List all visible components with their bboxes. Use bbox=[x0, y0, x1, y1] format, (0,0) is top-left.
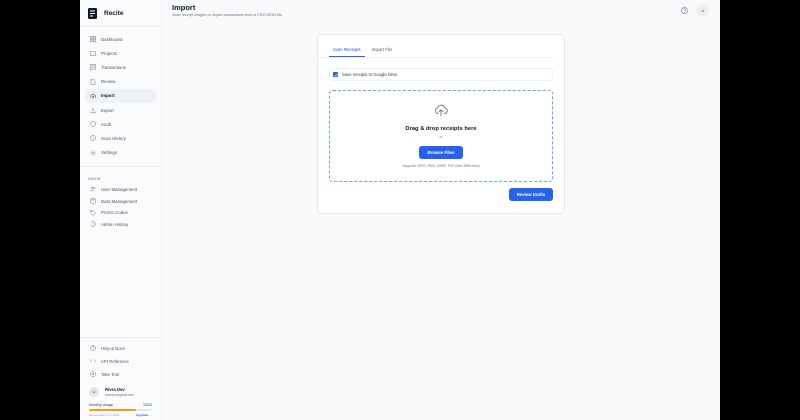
help-icon[interactable] bbox=[680, 6, 689, 15]
user-profile[interactable]: U Rivra Dev rivradev@gmail.com bbox=[85, 381, 156, 399]
usage-count: 15/20 bbox=[143, 402, 152, 407]
shield-icon bbox=[89, 121, 96, 128]
sidebar-item-label: Review bbox=[101, 79, 116, 85]
usage-widget: Monthly Usage 15/20 Resets March 1 • 202… bbox=[85, 399, 156, 417]
page-header: Import Scan receipt images or import tra… bbox=[162, 0, 720, 26]
sidebar-item-audit[interactable]: Audit bbox=[85, 117, 156, 131]
sidebar-item-settings[interactable]: Settings bbox=[85, 146, 156, 160]
page-title: Import bbox=[172, 3, 196, 12]
sidebar-item-take-tour[interactable]: Take Tour bbox=[85, 368, 156, 381]
sidebar-item-label: Settings bbox=[101, 150, 117, 156]
app-name: Recite bbox=[104, 9, 124, 17]
sidebar-item-export[interactable]: Export bbox=[85, 103, 156, 117]
sidebar-item-admin-history[interactable]: Admin History bbox=[85, 218, 156, 230]
avatar[interactable]: U bbox=[697, 4, 709, 16]
sidebar-item-import[interactable]: Import bbox=[85, 88, 156, 103]
sidebar-footer: Help & Docs API Reference Take Tour U Ri… bbox=[80, 336, 161, 420]
review-drafts-button[interactable]: Review Drafts bbox=[509, 188, 553, 201]
sidebar-item-label: API Reference bbox=[101, 358, 129, 364]
sidebar-item-transactions[interactable]: Transactions bbox=[85, 60, 156, 74]
help-icon bbox=[89, 345, 96, 352]
sidebar-item-label: Transactions bbox=[101, 64, 126, 70]
sidebar-item-review[interactable]: Review bbox=[85, 75, 156, 89]
tab-scan-receipts[interactable]: Scan Receipts bbox=[329, 46, 365, 57]
usage-progress-bar bbox=[89, 408, 152, 411]
sidebar-item-data-management[interactable]: Data Management bbox=[85, 195, 156, 207]
sidebar-item-label: Admin History bbox=[101, 221, 129, 227]
database-icon bbox=[89, 198, 96, 205]
sidebar-item-label: Audit bbox=[101, 121, 112, 127]
tag-icon bbox=[89, 209, 96, 216]
save-to-drive-label: Save receipts to Google Drive bbox=[342, 72, 398, 77]
browse-files-button[interactable]: Browse Files bbox=[419, 146, 463, 159]
sidebar-item-label: Projects bbox=[101, 50, 117, 56]
sidebar-item-api-reference[interactable]: API Reference bbox=[85, 355, 156, 368]
sidebar-item-label: Take Tour bbox=[101, 371, 120, 377]
logo-icon bbox=[88, 7, 97, 19]
usage-label: Monthly Usage bbox=[89, 402, 113, 407]
sidebar-item-label: Promo Codes bbox=[101, 210, 128, 216]
avatar: U bbox=[89, 386, 99, 397]
import-card: Scan Receipts Import File Save receipts … bbox=[317, 34, 565, 214]
page-subtitle: Scan receipt images or import transactio… bbox=[172, 13, 283, 17]
clock-icon bbox=[89, 135, 96, 142]
file-drop-zone[interactable]: Drag & drop receipts here or Browse File… bbox=[329, 90, 553, 182]
code-icon bbox=[89, 358, 96, 365]
usage-reset-text: Resets March 1 • 2026 bbox=[89, 413, 120, 417]
supported-formats-text: Supports: JPEG, PNG, WEBP, PDF (Max 5MB … bbox=[402, 164, 480, 168]
user-email: rivradev@gmail.com bbox=[105, 392, 135, 397]
upgrade-link[interactable]: Upgrade → bbox=[136, 413, 152, 417]
compass-icon bbox=[89, 371, 96, 378]
sidebar-item-label: Import bbox=[101, 93, 115, 99]
folder-icon bbox=[89, 50, 96, 57]
sidebar-item-label: Scan History bbox=[101, 135, 126, 141]
usage-progress-fill bbox=[89, 408, 137, 411]
app-window: Recite Dashboard Projects Transactions R… bbox=[80, 0, 720, 420]
sidebar-item-label: Export bbox=[101, 107, 114, 113]
sidebar-item-dashboard[interactable]: Dashboard bbox=[85, 32, 156, 46]
sidebar-item-projects[interactable]: Projects bbox=[85, 46, 156, 60]
list-icon bbox=[89, 64, 96, 71]
import-tabs: Scan Receipts Import File bbox=[318, 35, 553, 58]
sidebar-item-promo-codes[interactable]: Promo Codes bbox=[85, 207, 156, 219]
drop-zone-title: Drag & drop receipts here bbox=[405, 126, 477, 132]
document-icon bbox=[89, 78, 96, 85]
save-to-drive-checkbox[interactable] bbox=[333, 72, 338, 77]
main-content: Import Scan receipt images or import tra… bbox=[162, 0, 720, 420]
tab-import-file[interactable]: Import File bbox=[368, 46, 396, 57]
cloud-upload-icon bbox=[89, 92, 96, 99]
admin-section-label: ADMIN bbox=[88, 176, 101, 181]
admin-nav: User Management Data Management Promo Co… bbox=[80, 184, 161, 230]
download-icon bbox=[89, 107, 96, 114]
sidebar-item-label: Dashboard bbox=[101, 36, 123, 42]
history-icon bbox=[89, 221, 96, 228]
sidebar-item-label: Data Management bbox=[101, 198, 138, 204]
sidebar: Recite Dashboard Projects Transactions R… bbox=[80, 0, 162, 420]
users-icon bbox=[89, 186, 96, 193]
cloud-upload-icon bbox=[435, 104, 448, 116]
user-name: Rivra Dev bbox=[105, 386, 125, 392]
save-to-drive-option[interactable]: Save receipts to Google Drive bbox=[329, 68, 553, 81]
main-nav: Dashboard Projects Transactions Review I… bbox=[80, 27, 161, 160]
sidebar-item-user-management[interactable]: User Management bbox=[85, 184, 156, 196]
sidebar-item-label: Help & Docs bbox=[101, 345, 125, 351]
sidebar-item-scan-history[interactable]: Scan History bbox=[85, 131, 156, 145]
sidebar-item-label: User Management bbox=[101, 186, 138, 192]
drop-zone-or: or bbox=[439, 135, 443, 139]
dashboard-icon bbox=[89, 36, 96, 43]
brand[interactable]: Recite bbox=[80, 0, 161, 26]
sidebar-item-help-docs[interactable]: Help & Docs bbox=[85, 342, 156, 355]
gear-icon bbox=[89, 149, 96, 156]
